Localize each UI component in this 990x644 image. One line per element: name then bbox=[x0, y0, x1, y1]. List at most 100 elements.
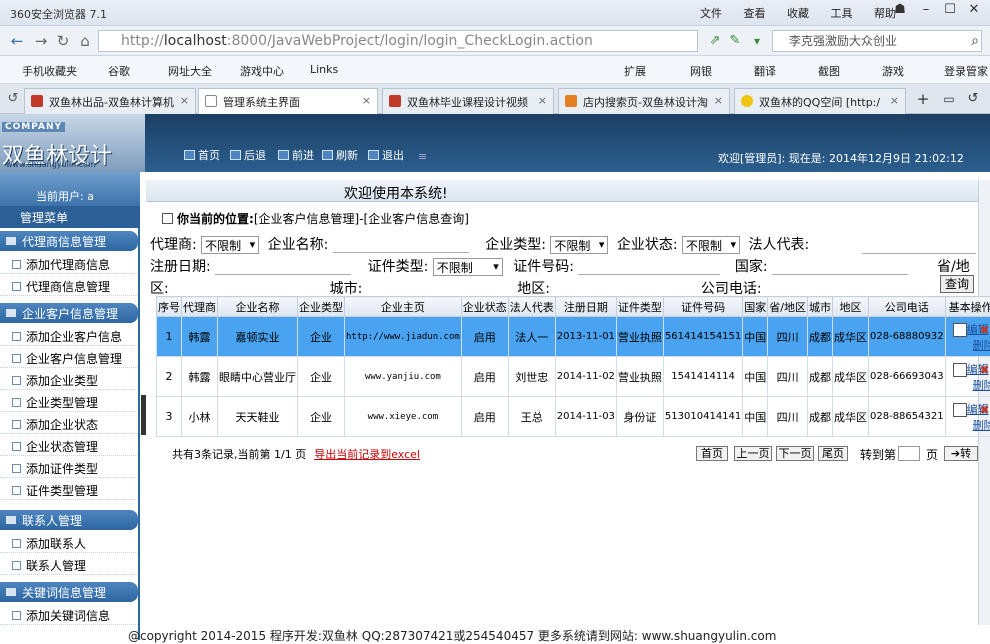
cert-no-input[interactable] bbox=[578, 259, 720, 275]
tab-item[interactable]: 双鱼林的QQ空间 [http:/× bbox=[734, 88, 906, 114]
reload-icon[interactable]: ↻ bbox=[52, 31, 74, 51]
sidebar-group-contacts[interactable]: 联系人管理 bbox=[0, 510, 138, 530]
delete-icon[interactable]: ✖ bbox=[980, 363, 990, 377]
tool-translate[interactable]: 翻译 bbox=[754, 63, 776, 79]
prev-page-button[interactable]: 上一页 bbox=[734, 446, 772, 461]
menu-favorites[interactable]: 收藏 bbox=[787, 7, 809, 20]
sidebar-item-contact-manage[interactable]: 联系人管理 bbox=[0, 553, 138, 575]
sidebar-item-company-type-manage[interactable]: 企业类型管理 bbox=[0, 390, 138, 412]
fav-mobile[interactable]: 手机收藏夹 bbox=[22, 63, 77, 79]
search-input[interactable]: 李克强激励大众创业 bbox=[772, 30, 982, 52]
tab-list-icon[interactable]: ▭ bbox=[938, 89, 960, 109]
back-arrow-icon[interactable]: ← bbox=[6, 31, 28, 51]
nav-logout-button[interactable]: 退出 bbox=[368, 148, 404, 164]
delete-icon[interactable]: ✖ bbox=[980, 403, 990, 417]
edit-icon[interactable] bbox=[953, 323, 967, 337]
tool-login[interactable]: 登录管家 bbox=[944, 63, 988, 79]
fav-google[interactable]: 谷歌 bbox=[108, 63, 130, 79]
fav-games[interactable]: 游戏中心 bbox=[240, 63, 284, 79]
fav-links[interactable]: Links bbox=[310, 63, 338, 76]
city-input[interactable] bbox=[367, 281, 507, 297]
nav-refresh-button[interactable]: 刷新 bbox=[322, 148, 358, 164]
page-number-input[interactable] bbox=[898, 446, 920, 461]
tool-extend[interactable]: 扩展 bbox=[624, 63, 646, 79]
delete-icon[interactable]: ✖ bbox=[980, 323, 990, 337]
tool-games[interactable]: 游戏 bbox=[882, 63, 904, 79]
home-icon[interactable]: ⌂ bbox=[74, 31, 96, 51]
table-row[interactable]: 1 韩露 嘉顿实业 企业 http://www.jiadun.com 启用 法人… bbox=[157, 317, 990, 357]
next-page-button[interactable]: 下一页 bbox=[776, 446, 814, 461]
cert-type-select[interactable]: 不限制 bbox=[433, 258, 503, 276]
tab-close-icon[interactable]: × bbox=[538, 94, 547, 107]
reg-date-input[interactable] bbox=[215, 259, 351, 275]
first-page-button[interactable]: 首页 bbox=[696, 446, 728, 461]
sidebar-item-cert-type-manage[interactable]: 证件类型管理 bbox=[0, 478, 138, 500]
close-window-button[interactable]: ✕ bbox=[962, 2, 986, 20]
sidebar-item-add-contact[interactable]: 添加联系人 bbox=[0, 531, 138, 553]
agent-select[interactable]: 不限制 bbox=[201, 236, 259, 254]
browser-menu: 文件 查看 收藏 工具 帮助 bbox=[700, 5, 914, 21]
menu-file[interactable]: 文件 bbox=[700, 7, 722, 20]
tab-item[interactable]: 双鱼林出品-双鱼林计算机× bbox=[24, 88, 196, 114]
sidebar-item-agent-manage[interactable]: 代理商信息管理 bbox=[0, 274, 138, 296]
district-input[interactable] bbox=[173, 281, 323, 297]
minimize-button[interactable]: – bbox=[914, 2, 938, 20]
sidebar-item-company-manage[interactable]: 企业客户信息管理 bbox=[0, 346, 138, 368]
sidebar-item-add-company-state[interactable]: 添加企业状态 bbox=[0, 412, 138, 434]
delete-link[interactable]: 删除 bbox=[973, 419, 990, 432]
sidebar-item-add-agent[interactable]: 添加代理商信息 bbox=[0, 252, 138, 274]
export-excel-link[interactable]: 导出当前记录到excel bbox=[314, 448, 420, 461]
nav-forward-button[interactable]: 前进 bbox=[278, 148, 314, 164]
table-row[interactable]: 2 韩露 眼睛中心营业厅 企业 www.yanjiu.com 启用 刘世忠 20… bbox=[157, 357, 990, 397]
maximize-button[interactable]: ☐ bbox=[938, 2, 962, 20]
new-tab-icon[interactable]: + bbox=[912, 89, 934, 109]
edit-icon[interactable] bbox=[953, 363, 967, 377]
company-name-input[interactable] bbox=[333, 237, 469, 253]
skin-icon[interactable]: ☗ bbox=[888, 2, 912, 20]
nav-home-button[interactable]: 首页 bbox=[184, 148, 220, 164]
undo-close-icon[interactable]: ↺ bbox=[962, 89, 984, 109]
sidebar-item-add-cert-type[interactable]: 添加证件类型 bbox=[0, 456, 138, 478]
last-page-button[interactable]: 尾页 bbox=[818, 446, 848, 461]
tab-close-icon[interactable]: × bbox=[890, 94, 899, 107]
tab-item[interactable]: 双鱼林毕业课程设计视频× bbox=[382, 88, 554, 114]
delete-link[interactable]: 删除 bbox=[973, 339, 990, 352]
goto-button[interactable]: ➔转 bbox=[944, 446, 978, 461]
nav-back-button[interactable]: 后退 bbox=[230, 148, 266, 164]
tool-screenshot[interactable]: 截图 bbox=[818, 63, 840, 79]
country-input[interactable] bbox=[772, 259, 908, 275]
fav-hao[interactable]: 网址大全 bbox=[168, 63, 212, 79]
company-type-select[interactable]: 不限制 bbox=[550, 236, 608, 254]
tab-item[interactable]: 店内搜索页-双鱼林设计淘× bbox=[558, 88, 730, 114]
sidebar-group-company[interactable]: 企业客户信息管理 bbox=[0, 303, 138, 323]
restore-tab-icon[interactable]: ↺ bbox=[2, 89, 24, 109]
sidebar-item-company-state-manage[interactable]: 企业状态管理 bbox=[0, 434, 138, 456]
address-input[interactable]: http://localhost:8000/JavaWebProject/log… bbox=[98, 30, 698, 52]
sidebar-group-agent[interactable]: 代理商信息管理 bbox=[0, 231, 138, 251]
cell: 028-88654321 bbox=[869, 397, 946, 437]
sidebar-item-add-company-type[interactable]: 添加企业类型 bbox=[0, 368, 138, 390]
tab-close-icon[interactable]: × bbox=[714, 94, 723, 107]
tab-item-active[interactable]: 管理系统主界面× bbox=[198, 88, 378, 114]
menu-view[interactable]: 查看 bbox=[744, 7, 766, 20]
speed-icon[interactable]: ✎ bbox=[724, 31, 746, 51]
edit-icon[interactable] bbox=[953, 403, 967, 417]
dropdown-icon[interactable]: ▾ bbox=[746, 31, 768, 51]
company-state-select[interactable]: 不限制 bbox=[682, 236, 740, 254]
phone-label: 公司电话: bbox=[701, 281, 762, 297]
share-icon[interactable]: ⇗ bbox=[704, 31, 726, 51]
tool-bank[interactable]: 网银 bbox=[690, 63, 712, 79]
search-icon[interactable]: ⌕ bbox=[964, 31, 986, 51]
table-row[interactable]: 3 小林 天天鞋业 企业 www.xieye.com 启用 王总 2014-11… bbox=[157, 397, 990, 437]
sidebar-group-keywords[interactable]: 关键词信息管理 bbox=[0, 582, 138, 602]
sidebar-item-add-company[interactable]: 添加企业客户信息 bbox=[0, 324, 138, 346]
delete-link[interactable]: 删除 bbox=[973, 379, 990, 392]
tab-close-icon[interactable]: × bbox=[362, 94, 371, 107]
forward-arrow-icon[interactable]: → bbox=[30, 31, 52, 51]
sidebar-item-add-keyword[interactable]: 添加关键词信息 bbox=[0, 603, 138, 625]
area-input[interactable] bbox=[554, 281, 694, 297]
menu-tools[interactable]: 工具 bbox=[831, 7, 853, 20]
tab-close-icon[interactable]: × bbox=[180, 94, 189, 107]
query-button[interactable]: 查询 bbox=[940, 275, 974, 293]
legal-rep-input[interactable] bbox=[862, 238, 976, 254]
